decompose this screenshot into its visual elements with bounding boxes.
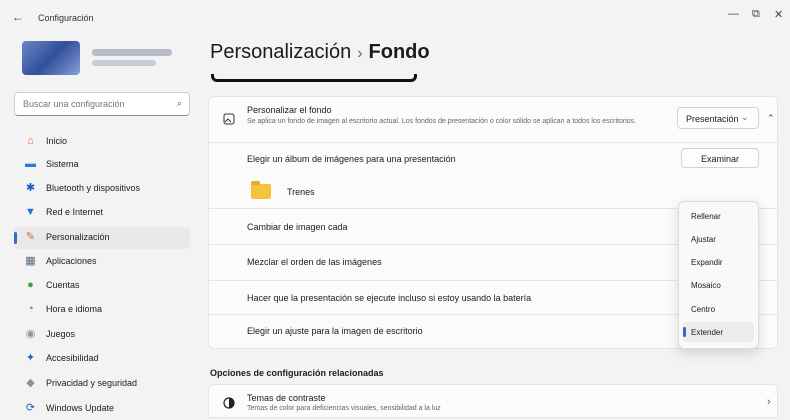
sidebar-item-label: Windows Update: [46, 403, 115, 413]
globe-icon: ◔: [27, 303, 34, 315]
fit-option-label: Ajustar: [691, 235, 716, 244]
fit-option-mosaico[interactable]: Mosaico: [683, 275, 754, 295]
controller-icon: ◉: [25, 328, 36, 340]
contrast-themes-row[interactable]: Temas de contraste Temas de color para d…: [208, 384, 778, 418]
redaction-mark: [211, 74, 417, 82]
fit-option-expandir[interactable]: Expandir: [683, 252, 754, 272]
image-icon: [223, 113, 235, 125]
fit-option-ajustar[interactable]: Ajustar: [683, 229, 754, 249]
fit-option-label: Expandir: [691, 258, 723, 267]
sidebar-item-label: Juegos: [46, 329, 76, 339]
sidebar-item-bluetooth-y-dispositivos[interactable]: ✱ Bluetooth y dispositivos: [14, 178, 190, 200]
sidebar-item-accesibilidad[interactable]: ✦ Accesibilidad: [14, 348, 190, 370]
sidebar-item-label: Accesibilidad: [46, 353, 99, 363]
fit-option-label: Rellenar: [691, 212, 721, 221]
related-settings-heading: Opciones de configuración relacionadas: [210, 368, 384, 378]
sidebar-item-label: Inicio: [46, 136, 68, 146]
search-input[interactable]: [15, 93, 175, 115]
fit-option-label: Mosaico: [691, 281, 721, 290]
active-indicator: [14, 232, 17, 244]
contrast-description: Temas de color para deficiencias visuale…: [247, 405, 441, 412]
selected-indicator: [683, 327, 686, 337]
minimize-icon[interactable]: —: [728, 8, 739, 20]
sidebar-item-label: Aplicaciones: [46, 256, 97, 266]
fit-label: Elegir un ajuste para la imagen de escri…: [247, 326, 423, 336]
sidebar-item-label: Privacidad y seguridad: [46, 378, 138, 388]
accessibility-icon: ✦: [25, 352, 36, 364]
fit-option-rellenar[interactable]: Rellenar: [683, 206, 754, 226]
sidebar-item-label: Bluetooth y dispositivos: [46, 183, 141, 193]
sidebar-item-aplicaciones[interactable]: ▦ Aplicaciones: [14, 251, 190, 273]
folder-name: Trenes: [287, 187, 315, 197]
sidebar-item-cuentas[interactable]: ● Cuentas: [14, 275, 190, 297]
wifi-icon: ▼: [25, 206, 36, 218]
user-icon: ●: [27, 279, 34, 291]
search-box[interactable]: ⌕: [14, 92, 190, 116]
avatar[interactable]: [22, 41, 80, 75]
battery-label: Hacer que la presentación se ejecute inc…: [247, 293, 532, 303]
user-email-blurred: [92, 60, 156, 66]
personalize-background-card: Personalizar el fondo Se aplica un fondo…: [208, 96, 778, 143]
personalize-description: Se aplica un fondo de imagen al escritor…: [247, 118, 637, 125]
sidebar-item-hora-e-idioma[interactable]: ◔ Hora e idioma: [14, 299, 190, 321]
update-icon: ⟳: [25, 402, 36, 414]
album-label: Elegir un álbum de imágenes para una pre…: [247, 154, 456, 164]
chevron-right-icon: ›: [767, 396, 771, 408]
background-type-dropdown[interactable]: Presentación ⌄: [677, 107, 759, 129]
sidebar-item-windows-update[interactable]: ⟳ Windows Update: [14, 398, 190, 420]
browse-button[interactable]: Examinar: [681, 148, 759, 168]
apps-icon: ▦: [25, 255, 36, 267]
search-icon[interactable]: ⌕: [177, 98, 182, 109]
contrast-icon: [223, 397, 235, 409]
sidebar-item-label: Cuentas: [46, 280, 80, 290]
sidebar-item-personalización[interactable]: ✎ Personalización: [14, 227, 190, 249]
page-title: Fondo: [368, 41, 430, 63]
sidebar-item-inicio[interactable]: ⌂ Inicio: [14, 131, 190, 153]
monitor-icon: ▬: [25, 158, 36, 170]
personalize-title: Personalizar el fondo: [247, 105, 332, 115]
bluetooth-icon: ✱: [25, 182, 36, 194]
brush-icon: ✎: [25, 231, 36, 243]
sidebar-item-label: Sistema: [46, 159, 79, 169]
sidebar-item-label: Hora e idioma: [46, 304, 103, 314]
sidebar-item-juegos[interactable]: ◉ Juegos: [14, 324, 190, 346]
back-arrow-icon[interactable]: ←: [12, 10, 24, 24]
close-icon[interactable]: ✕: [774, 8, 783, 21]
window-title: Configuración: [38, 13, 94, 23]
home-icon: ⌂: [27, 135, 34, 147]
fit-options-menu: Rellenar Ajustar Expandir Mosaico Centro…: [678, 201, 759, 349]
fit-option-centro[interactable]: Centro: [683, 299, 754, 319]
contrast-title: Temas de contraste: [247, 393, 326, 403]
album-row: Elegir un álbum de imágenes para una pre…: [208, 143, 778, 209]
folder-icon: [251, 181, 271, 199]
fit-option-label: Centro: [691, 305, 716, 314]
sidebar-item-red-e-internet[interactable]: ▼ Red e Internet: [14, 202, 190, 224]
title-bar: ← Configuración — ⧉ ✕: [0, 0, 790, 36]
user-name-blurred: [92, 49, 172, 56]
sidebar-item-privacidad-y-seguridad[interactable]: ◆ Privacidad y seguridad: [14, 373, 190, 395]
breadcrumb-parent[interactable]: Personalización: [210, 41, 351, 63]
sidebar-item-label: Personalización: [46, 232, 110, 242]
shield-icon: ◆: [26, 377, 35, 389]
dropdown-value: Presentación: [686, 114, 739, 124]
sidebar-item-sistema[interactable]: ▬ Sistema: [14, 154, 190, 176]
maximize-icon[interactable]: ⧉: [752, 8, 760, 21]
chevron-down-icon: ⌄: [741, 112, 749, 122]
chevron-right-icon: ›: [357, 45, 363, 62]
shuffle-label: Mezclar el orden de las imágenes: [247, 257, 382, 267]
fit-option-extender[interactable]: Extender: [683, 322, 754, 342]
chevron-up-icon[interactable]: ⌃: [767, 113, 775, 124]
interval-label: Cambiar de imagen cada: [247, 222, 348, 232]
fit-option-label: Extender: [691, 328, 724, 337]
sidebar-item-label: Red e Internet: [46, 207, 104, 217]
breadcrumb: Personalización › Fondo: [210, 41, 430, 64]
